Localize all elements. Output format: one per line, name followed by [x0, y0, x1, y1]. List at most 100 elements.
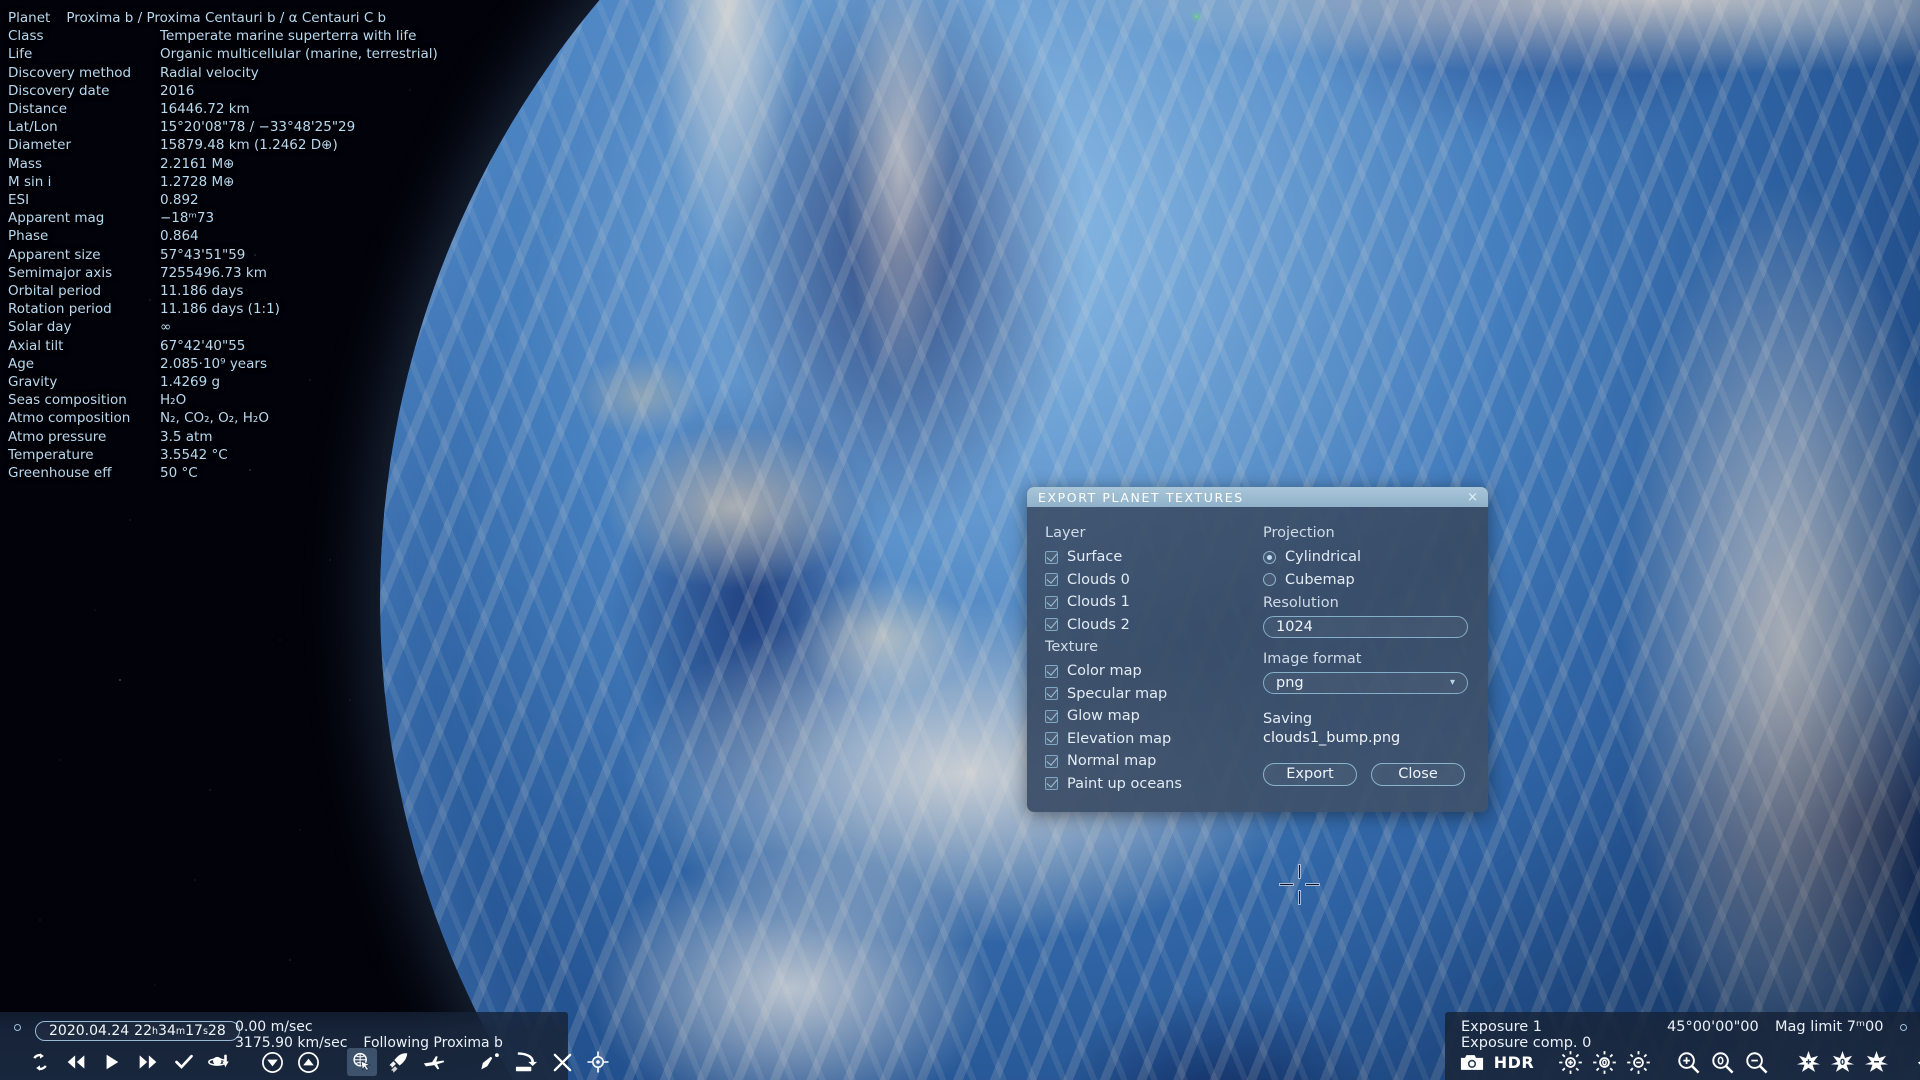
checkbox-elevation-map[interactable]: Elevation map [1045, 731, 1259, 747]
info-row: Life Organic multicellular (marine, terre… [8, 45, 438, 63]
saving-label: Saving [1263, 710, 1313, 727]
info-row: Planet Proxima b / Proxima Centauri b / α… [8, 9, 438, 27]
play-icon[interactable] [97, 1048, 127, 1076]
radio-cylindrical[interactable]: Cylindrical [1263, 549, 1488, 565]
checkbox-glow-map[interactable]: Glow map [1045, 708, 1259, 724]
checkbox-box-icon [1045, 618, 1058, 631]
info-row-value: −18ᵐ73 [160, 210, 215, 227]
info-row-value: Proxima b / Proxima Centauri b / α Centa… [66, 10, 387, 26]
settings-gear-icon[interactable] [1913, 1048, 1920, 1076]
realtime-check-icon[interactable] [169, 1048, 199, 1076]
increase-time-icon[interactable] [293, 1048, 323, 1076]
export-planet-textures-dialog[interactable]: EXPORT PLANET TEXTURES × Layer Surface C… [1027, 487, 1488, 812]
info-row-value: 11.186 days [160, 283, 244, 300]
exposure-value-label: Exposure 1 [1461, 1019, 1542, 1035]
info-row: Distance 16446.72 km [8, 100, 438, 118]
info-row-value: Organic multicellular (marine, terrestri… [160, 46, 438, 63]
fast-forward-icon[interactable] [133, 1048, 163, 1076]
time-reset-icon[interactable] [25, 1048, 55, 1076]
exposure-reset-icon[interactable] [1589, 1048, 1619, 1076]
info-row-value: ∞ [160, 319, 172, 336]
info-row-value: 57°43'51"59 [160, 246, 246, 263]
info-row-key: Planet [8, 10, 51, 26]
collapse-dot-icon [1900, 1024, 1907, 1031]
landing-icon[interactable] [511, 1048, 541, 1076]
export-button[interactable]: Export [1263, 762, 1357, 786]
resolution-input[interactable]: 1024 [1263, 615, 1468, 638]
simulation-viewport[interactable]: Planet Proxima b / Proxima Centauri b / α… [0, 0, 1920, 1080]
info-row-value: H₂O [160, 392, 187, 409]
time-control-toolbar[interactable]: 2020.04.24 22 h 34 m 17 s 28 0.00 m/sec 3175.9… [0, 1012, 609, 1080]
radio-cubemap[interactable]: Cubemap [1263, 572, 1488, 588]
info-row-value: 0.864 [160, 228, 199, 245]
aircraft-flight-icon[interactable] [419, 1048, 449, 1076]
exposure-decrease-icon[interactable] [1623, 1048, 1653, 1076]
checkbox-paint-up-oceans[interactable]: Paint up oceans [1045, 776, 1259, 792]
info-row-value: 1.2728 M⊕ [160, 173, 235, 190]
image-format-select[interactable]: png ▾ [1263, 671, 1468, 694]
hdr-toggle[interactable]: HDR [1491, 1048, 1537, 1076]
camera-control-toolbar[interactable]: Exposure 1 Exposure comp. 0 45°00'00"00 … [1445, 1012, 1920, 1080]
resolution-label: Resolution [1263, 594, 1339, 611]
info-row-key: Greenhouse eff [8, 465, 112, 482]
mag-decrease-icon[interactable] [1861, 1048, 1891, 1076]
info-row: ESI 0.892 [8, 191, 438, 209]
zoom-in-icon[interactable] [1673, 1048, 1703, 1076]
info-row: Seas composition H₂O [8, 391, 438, 409]
info-row-key: Lat/Lon [8, 119, 58, 136]
checkbox-normal-map[interactable]: Normal map [1045, 753, 1259, 769]
checkbox-box-icon [1045, 777, 1058, 790]
spacecraft-icon[interactable] [475, 1048, 505, 1076]
info-row: Apparent size 57°43'51"59 [8, 246, 438, 264]
camera-icon[interactable] [1457, 1048, 1487, 1076]
checkbox-clouds-2[interactable]: Clouds 2 [1045, 617, 1259, 633]
decrease-time-icon[interactable] [257, 1048, 287, 1076]
info-row: Mass 2.2161 M⊕ [8, 155, 438, 173]
panel-collapse-toggle-right[interactable] [1900, 1024, 1907, 1031]
mag-reset-icon[interactable] [1827, 1048, 1857, 1076]
panel-collapse-toggle[interactable] [14, 1024, 21, 1031]
checkbox-color-map[interactable]: Color map [1045, 663, 1259, 679]
checkbox-label: Specular map [1067, 685, 1168, 702]
info-row-key: Atmo pressure [8, 428, 107, 445]
center-target-icon[interactable] [583, 1048, 613, 1076]
info-row: Semimajor axis 7255496.73 km [8, 264, 438, 282]
info-row: Rotation period 11.186 days (1:1) [8, 300, 438, 318]
info-row-value: N₂, CO₂, O₂, H₂O [160, 410, 269, 427]
checkbox-clouds-1[interactable]: Clouds 1 [1045, 594, 1259, 610]
checkbox-box-icon [1045, 664, 1058, 678]
zoom-out-icon[interactable] [1741, 1048, 1771, 1076]
info-row-value: 3.5 atm [160, 428, 213, 445]
info-row-key: Solar day [8, 319, 72, 336]
zoom-reset-icon[interactable] [1707, 1048, 1737, 1076]
info-row-value: 1.4269 g [160, 374, 221, 391]
collapse-dot-icon [14, 1024, 21, 1031]
info-row-key: Discovery method [8, 64, 132, 81]
checkbox-box-icon [1045, 754, 1058, 768]
close-button[interactable]: Close [1371, 762, 1465, 786]
info-row-key: Class [8, 28, 44, 45]
checkbox-specular-map[interactable]: Specular map [1045, 686, 1259, 702]
close-icon[interactable]: × [1465, 491, 1480, 504]
exposure-increase-icon[interactable] [1555, 1048, 1585, 1076]
info-row: Discovery date 2016 [8, 82, 438, 100]
info-row-key: Rotation period [8, 301, 112, 318]
rocket-flight-icon[interactable] [383, 1048, 413, 1076]
set-date-icon[interactable] [205, 1048, 235, 1076]
mag-increase-icon[interactable] [1793, 1048, 1823, 1076]
checkbox-surface[interactable]: Surface [1045, 549, 1259, 565]
checkbox-label: Glow map [1067, 708, 1140, 724]
info-row-value: 50 °C [160, 465, 198, 482]
checkbox-clouds-0[interactable]: Clouds 0 [1045, 572, 1259, 588]
info-row-value: 15°20'08"78 / −33°48'25"29 [160, 119, 356, 136]
select-mode-icon[interactable] [347, 1048, 377, 1076]
info-row-value: 67°42'40"55 [160, 337, 246, 354]
dialog-titlebar[interactable]: EXPORT PLANET TEXTURES × [1027, 487, 1488, 507]
info-row-key: M sin i [8, 173, 52, 190]
checkbox-label: Color map [1067, 663, 1142, 679]
datetime-input[interactable]: 2020.04.24 22 h 34 m 17 s 28 [35, 1021, 240, 1041]
projection-group-label: Projection [1263, 525, 1335, 541]
info-row-key: Phase [8, 228, 49, 245]
rewind-icon[interactable] [61, 1048, 91, 1076]
cancel-icon[interactable] [547, 1048, 577, 1076]
